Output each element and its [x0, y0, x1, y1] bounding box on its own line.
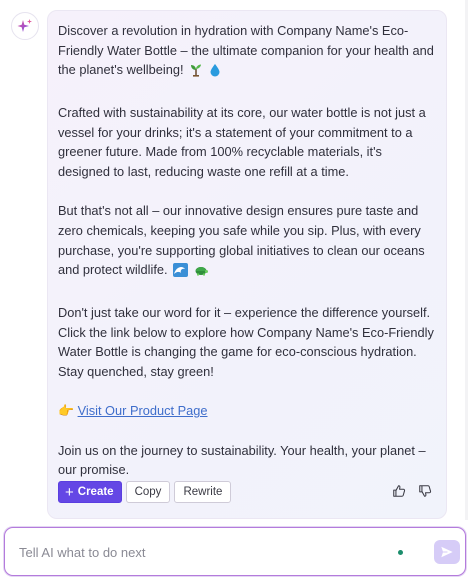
- message-actions: + Create Copy Rewrite: [58, 481, 232, 503]
- message-paragraph: Crafted with sustainability at its core,…: [58, 103, 436, 182]
- sparkle-icon: [17, 18, 33, 34]
- prompt-composer: [4, 527, 466, 576]
- feedback-controls: [392, 484, 434, 500]
- rewrite-button[interactable]: Rewrite: [174, 481, 232, 503]
- pointing-hand-icon: 👉: [58, 403, 74, 419]
- send-button[interactable]: [434, 540, 460, 564]
- paragraph-text: But that's not all – our innovative desi…: [58, 203, 425, 278]
- water-drop-icon: [209, 63, 221, 83]
- message-paragraph: Don't just take our word for it – experi…: [58, 303, 436, 382]
- copy-button[interactable]: Copy: [125, 481, 171, 503]
- ai-message-body: Discover a revolution in hydration with …: [58, 21, 436, 480]
- paragraph-text: Discover a revolution in hydration with …: [58, 23, 434, 78]
- prompt-input[interactable]: [19, 541, 379, 563]
- paragraph-text: Crafted with sustainability at its core,…: [58, 104, 426, 179]
- create-button-label: Create: [77, 486, 114, 498]
- message-paragraph: But that's not all – our innovative desi…: [58, 201, 436, 283]
- message-closing: Join us on the journey to sustainability…: [58, 442, 426, 478]
- plus-icon: +: [65, 483, 74, 501]
- ai-avatar: [11, 12, 39, 40]
- thumbs-down-icon[interactable]: [418, 484, 434, 500]
- seedling-icon: [189, 63, 203, 83]
- create-button[interactable]: + Create: [58, 481, 122, 503]
- wave-icon: [173, 263, 189, 283]
- message-paragraph: Discover a revolution in hydration with …: [58, 21, 436, 83]
- send-icon: [440, 545, 454, 559]
- thumbs-up-icon[interactable]: [392, 484, 408, 500]
- status-indicator: [398, 550, 403, 555]
- ai-chat-panel: Discover a revolution in hydration with …: [0, 0, 468, 579]
- ai-message-bubble: Discover a revolution in hydration with …: [47, 10, 447, 519]
- paragraph-text: Don't just take our word for it – experi…: [58, 304, 434, 379]
- product-page-link[interactable]: Visit Our Product Page: [78, 403, 208, 418]
- message-link-line: 👉 Visit Our Product Page: [58, 401, 436, 421]
- turtle-icon: [194, 263, 208, 283]
